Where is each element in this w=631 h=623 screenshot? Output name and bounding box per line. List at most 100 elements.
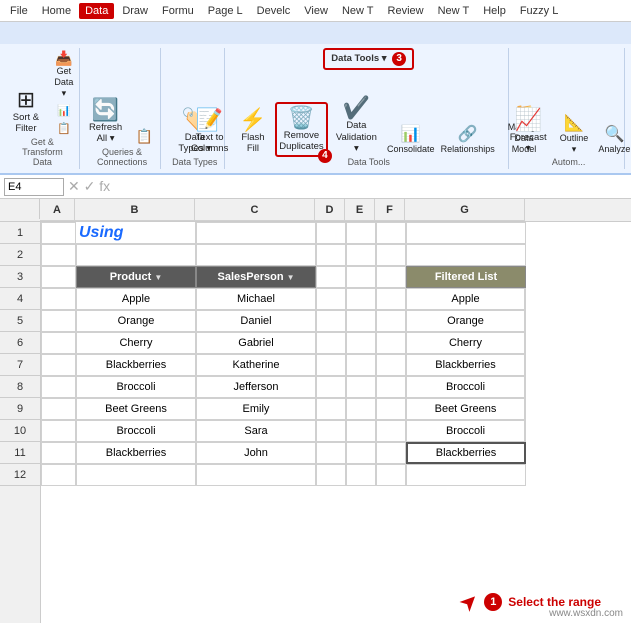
- text-to-columns-button[interactable]: 📝 Text toColumns: [188, 106, 231, 158]
- cell-d8[interactable]: [316, 376, 346, 398]
- cell-d6[interactable]: [316, 332, 346, 354]
- cell-b9-beet-greens[interactable]: Beet Greens: [76, 398, 196, 420]
- cell-a12[interactable]: [41, 464, 76, 486]
- cell-a9[interactable]: [41, 398, 76, 420]
- sort-filter-button[interactable]: ⊞ Sort &Filter: [6, 86, 46, 138]
- cell-f4[interactable]: [376, 288, 406, 310]
- cell-d7[interactable]: [316, 354, 346, 376]
- cell-d4[interactable]: [316, 288, 346, 310]
- cell-e2[interactable]: [346, 244, 376, 266]
- cell-c10-sara[interactable]: Sara: [196, 420, 316, 442]
- cell-e11[interactable]: [346, 442, 376, 464]
- cell-a10[interactable]: [41, 420, 76, 442]
- cell-d1[interactable]: [316, 222, 346, 244]
- cell-b7-blackberries[interactable]: Blackberries: [76, 354, 196, 376]
- cell-e8[interactable]: [346, 376, 376, 398]
- cell-b4-apple[interactable]: Apple: [76, 288, 196, 310]
- menu-newtab2[interactable]: New T: [432, 3, 476, 19]
- menu-data[interactable]: Data: [79, 3, 114, 19]
- cell-c8-jefferson[interactable]: Jefferson: [196, 376, 316, 398]
- cell-reference[interactable]: E4: [4, 178, 64, 196]
- cell-e4[interactable]: [346, 288, 376, 310]
- cell-g5-orange-filtered[interactable]: Orange: [406, 310, 526, 332]
- cell-c1[interactable]: [196, 222, 316, 244]
- cell-g12[interactable]: [406, 464, 526, 486]
- cell-a7[interactable]: [41, 354, 76, 376]
- cell-d5[interactable]: [316, 310, 346, 332]
- cell-g10-broccoli2-filtered[interactable]: Broccoli: [406, 420, 526, 442]
- cell-g7-blackberries-filtered[interactable]: Blackberries: [406, 354, 526, 376]
- cell-d11[interactable]: [316, 442, 346, 464]
- cell-e10[interactable]: [346, 420, 376, 442]
- menu-home[interactable]: Home: [36, 3, 77, 19]
- cell-c5-daniel[interactable]: Daniel: [196, 310, 316, 332]
- analyze-button[interactable]: 🔍 Analyze: [596, 124, 631, 158]
- cell-e9[interactable]: [346, 398, 376, 420]
- from-table-button[interactable]: 📊: [49, 103, 79, 119]
- flash-fill-button[interactable]: ⚡ FlashFill: [233, 106, 273, 158]
- cell-a1[interactable]: [41, 222, 76, 244]
- remove-duplicates-button[interactable]: 🗑️ RemoveDuplicates 4: [275, 102, 328, 158]
- cell-b12[interactable]: [76, 464, 196, 486]
- outline-button[interactable]: 📐 Outline ▾: [555, 113, 594, 158]
- menu-developer[interactable]: Develc: [251, 3, 297, 19]
- cell-e12[interactable]: [346, 464, 376, 486]
- cell-d12[interactable]: [316, 464, 346, 486]
- cell-f8[interactable]: [376, 376, 406, 398]
- cell-c9-emily[interactable]: Emily: [196, 398, 316, 420]
- cell-d9[interactable]: [316, 398, 346, 420]
- cell-e6[interactable]: [346, 332, 376, 354]
- cell-g8-broccoli-filtered[interactable]: Broccoli: [406, 376, 526, 398]
- consolidate-button[interactable]: 📊 Consolidate: [385, 124, 437, 158]
- cell-a2[interactable]: [41, 244, 76, 266]
- cell-b10-broccoli2[interactable]: Broccoli: [76, 420, 196, 442]
- menu-pagelayout[interactable]: Page L: [202, 3, 249, 19]
- cell-g11-blackberries2-filtered[interactable]: Blackberries: [406, 442, 526, 464]
- cell-c12[interactable]: [196, 464, 316, 486]
- cell-c7-katherine[interactable]: Katherine: [196, 354, 316, 376]
- cell-a6[interactable]: [41, 332, 76, 354]
- product-filter-arrow[interactable]: ▼: [154, 273, 162, 282]
- cell-f1[interactable]: [376, 222, 406, 244]
- cell-g2[interactable]: [406, 244, 526, 266]
- cell-e7[interactable]: [346, 354, 376, 376]
- cell-f10[interactable]: [376, 420, 406, 442]
- forecast-button[interactable]: 📈 Forecast ▾: [505, 106, 552, 158]
- cell-b3-product-header[interactable]: Product ▼: [76, 266, 196, 288]
- cell-e3[interactable]: [346, 266, 376, 288]
- cell-d10[interactable]: [316, 420, 346, 442]
- menu-file[interactable]: File: [4, 3, 34, 19]
- salesperson-filter-arrow[interactable]: ▼: [287, 273, 295, 282]
- recent-sources-button[interactable]: 📋: [49, 121, 79, 137]
- menu-review[interactable]: Review: [382, 3, 430, 19]
- cell-a5[interactable]: [41, 310, 76, 332]
- cell-a11[interactable]: [41, 442, 76, 464]
- cell-f7[interactable]: [376, 354, 406, 376]
- cell-c11-john[interactable]: John: [196, 442, 316, 464]
- cell-g9-beet-greens-filtered[interactable]: Beet Greens: [406, 398, 526, 420]
- cell-d2[interactable]: [316, 244, 346, 266]
- formula-input[interactable]: [114, 178, 627, 196]
- queries-connections-button[interactable]: 📋: [129, 126, 159, 147]
- cell-a8[interactable]: [41, 376, 76, 398]
- relationships-button[interactable]: 🔗 Relationships: [439, 124, 497, 158]
- cell-b2[interactable]: [76, 244, 196, 266]
- cell-b11-blackberries2[interactable]: Blackberries: [76, 442, 196, 464]
- cell-b6-cherry[interactable]: Cherry: [76, 332, 196, 354]
- cell-b5-orange[interactable]: Orange: [76, 310, 196, 332]
- cell-c2[interactable]: [196, 244, 316, 266]
- cell-d3[interactable]: [316, 266, 346, 288]
- cell-f6[interactable]: [376, 332, 406, 354]
- cell-g4-apple-filtered[interactable]: Apple: [406, 288, 526, 310]
- menu-fuzzylookup[interactable]: Fuzzy L: [514, 3, 565, 19]
- menu-draw[interactable]: Draw: [116, 3, 154, 19]
- cell-e1[interactable]: [346, 222, 376, 244]
- menu-help[interactable]: Help: [477, 3, 512, 19]
- cell-g1[interactable]: [406, 222, 526, 244]
- cell-c6-gabriel[interactable]: Gabriel: [196, 332, 316, 354]
- menu-newtab1[interactable]: New T: [336, 3, 380, 19]
- cell-f11[interactable]: [376, 442, 406, 464]
- cell-a4[interactable]: [41, 288, 76, 310]
- cell-f2[interactable]: [376, 244, 406, 266]
- get-data-button[interactable]: 📥 GetData ▾: [49, 48, 79, 101]
